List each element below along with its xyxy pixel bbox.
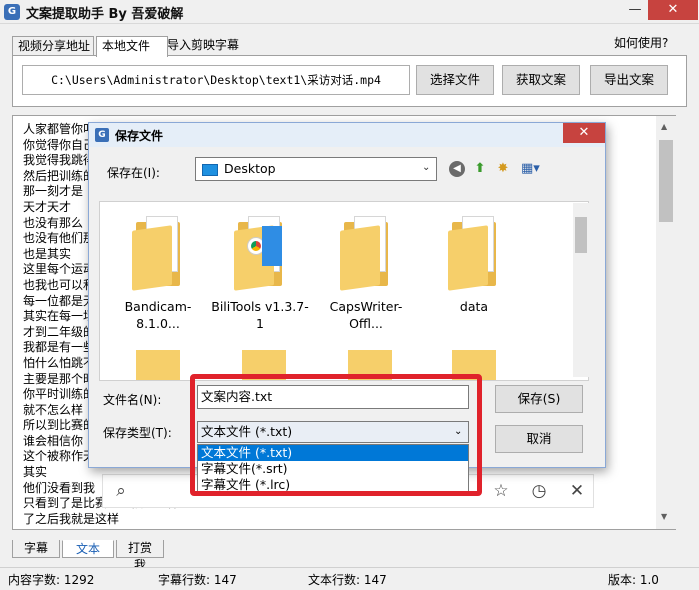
chevron-down-icon[interactable]: ⌄ — [454, 422, 462, 442]
filetype-option-lrc[interactable]: 字幕文件 (*.lrc) — [198, 477, 468, 493]
filetype-option-txt[interactable]: 文本文件 (*.txt) — [198, 445, 468, 461]
new-folder-icon[interactable]: ✸ — [495, 161, 511, 177]
scroll-up-icon[interactable]: ▲ — [661, 122, 667, 131]
file-item-name: data — [459, 299, 489, 314]
look-in-label: 保存在(I): — [107, 166, 160, 180]
back-icon[interactable]: ◀ — [449, 161, 465, 177]
file-path-display: C:\Users\Administrator\Desktop\text1\采访对… — [22, 65, 410, 95]
look-in-value: Desktop — [224, 161, 276, 176]
dialog-close-icon[interactable]: ✕ — [563, 123, 605, 143]
folder-icon — [340, 210, 392, 291]
filetype-option-srt[interactable]: 字幕文件(*.srt) — [198, 461, 468, 477]
scroll-thumb[interactable] — [659, 140, 673, 222]
tab-subtitles[interactable]: 字幕 — [12, 540, 60, 558]
file-item[interactable]: data — [424, 210, 524, 315]
folder-icon[interactable] — [242, 350, 286, 380]
folder-icon[interactable] — [348, 350, 392, 380]
choose-file-button[interactable]: 选择文件 — [416, 65, 494, 95]
status-content-chars: 内容字数: 1292 — [8, 573, 95, 587]
view-menu-icon[interactable]: ▦▾ — [521, 161, 540, 177]
tab-import-jianying[interactable]: 导入剪映字幕 — [162, 36, 244, 56]
scroll-thumb[interactable] — [575, 217, 587, 253]
status-subtitle-lines: 字幕行数: 147 — [158, 573, 237, 587]
file-item-name: Bandicam-8.1.0... — [124, 299, 192, 331]
filetype-dropdown-list[interactable]: 文本文件 (*.txt) 字幕文件(*.srt) 字幕文件 (*.lrc) — [197, 444, 469, 495]
export-copy-button[interactable]: 导出文案 — [590, 65, 668, 95]
file-item[interactable]: CapsWriter-Offl... — [316, 210, 416, 332]
save-file-dialog: G 保存文件 ✕ 保存在(I): Desktop ⌄ ◀ ⬆ ✸ ▦▾ Band… — [88, 122, 606, 495]
filetype-select[interactable]: 文本文件 (*.txt) ⌄ — [197, 421, 469, 443]
history-icon[interactable]: ◷ — [528, 480, 550, 502]
filetype-label: 保存类型(T): — [103, 426, 172, 440]
dialog-title: 保存文件 — [115, 129, 164, 143]
folder-icon — [132, 210, 184, 291]
lens-search-icon[interactable]: ⌕ — [110, 480, 132, 502]
tab-video-url[interactable]: 视频分享地址 — [12, 36, 94, 56]
get-copy-button[interactable]: 获取文案 — [502, 65, 580, 95]
close-icon[interactable]: ✕ — [648, 0, 698, 20]
folder-icon[interactable] — [136, 350, 180, 380]
file-list-scrollbar[interactable] — [573, 203, 589, 377]
app-icon: G — [4, 4, 20, 20]
dialog-body: 保存在(I): Desktop ⌄ ◀ ⬆ ✸ ▦▾ Bandicam-8.1.… — [89, 147, 605, 495]
save-button[interactable]: 保存(S) — [495, 385, 583, 413]
document-thumbnail — [262, 226, 282, 266]
file-item-name: BiliTools v1.3.7-1 — [211, 299, 309, 331]
text-line: 了之后我就是这样 — [23, 511, 120, 526]
main-titlebar: G 文案提取助手 By 吾爱破解 — ✕ — [0, 0, 699, 24]
dialog-titlebar: G 保存文件 ✕ — [89, 123, 605, 147]
file-list-view[interactable]: Bandicam-8.1.0... BiliTools v1.3.7-1 Cap… — [99, 201, 589, 381]
scroll-down-icon[interactable]: ▼ — [661, 512, 667, 521]
up-folder-icon[interactable]: ⬆ — [472, 161, 488, 177]
status-text-lines: 文本行数: 147 — [308, 573, 387, 587]
look-in-combobox[interactable]: Desktop ⌄ — [195, 157, 437, 181]
tab-local-file[interactable]: 本地文件 — [96, 36, 168, 57]
chevron-down-icon[interactable]: ⌄ — [422, 162, 430, 173]
folder-icon — [234, 210, 286, 291]
status-bar: 内容字数: 1292 字幕行数: 147 文本行数: 147 版本: 1.0 — [0, 567, 699, 590]
tools-icon[interactable]: ✕ — [566, 480, 588, 502]
minimize-icon[interactable]: — — [620, 0, 650, 20]
folder-icon[interactable] — [452, 350, 496, 380]
file-item[interactable]: BiliTools v1.3.7-1 — [210, 210, 310, 332]
filename-input[interactable]: 文案内容.txt — [197, 385, 469, 409]
folder-icon — [448, 210, 500, 291]
cancel-button[interactable]: 取消 — [495, 425, 583, 453]
star-icon[interactable]: ☆ — [490, 480, 512, 502]
window-title: 文案提取助手 By 吾爱破解 — [26, 7, 184, 22]
status-version: 版本: 1.0 — [608, 573, 659, 587]
dialog-app-icon: G — [95, 128, 109, 142]
file-item-name: CapsWriter-Offl... — [329, 299, 403, 331]
tab-text[interactable]: 文本 — [62, 540, 114, 558]
filetype-value: 文本文件 (*.txt) — [201, 424, 293, 439]
transcript-scrollbar[interactable]: ▲ ▼ — [656, 116, 676, 529]
filename-label: 文件名(N): — [103, 393, 162, 407]
desktop-folder-icon — [202, 164, 218, 176]
file-item[interactable]: Bandicam-8.1.0... — [108, 210, 208, 332]
help-link[interactable]: 如何使用? — [614, 34, 668, 51]
tab-donate[interactable]: 打赏我 — [116, 540, 164, 572]
